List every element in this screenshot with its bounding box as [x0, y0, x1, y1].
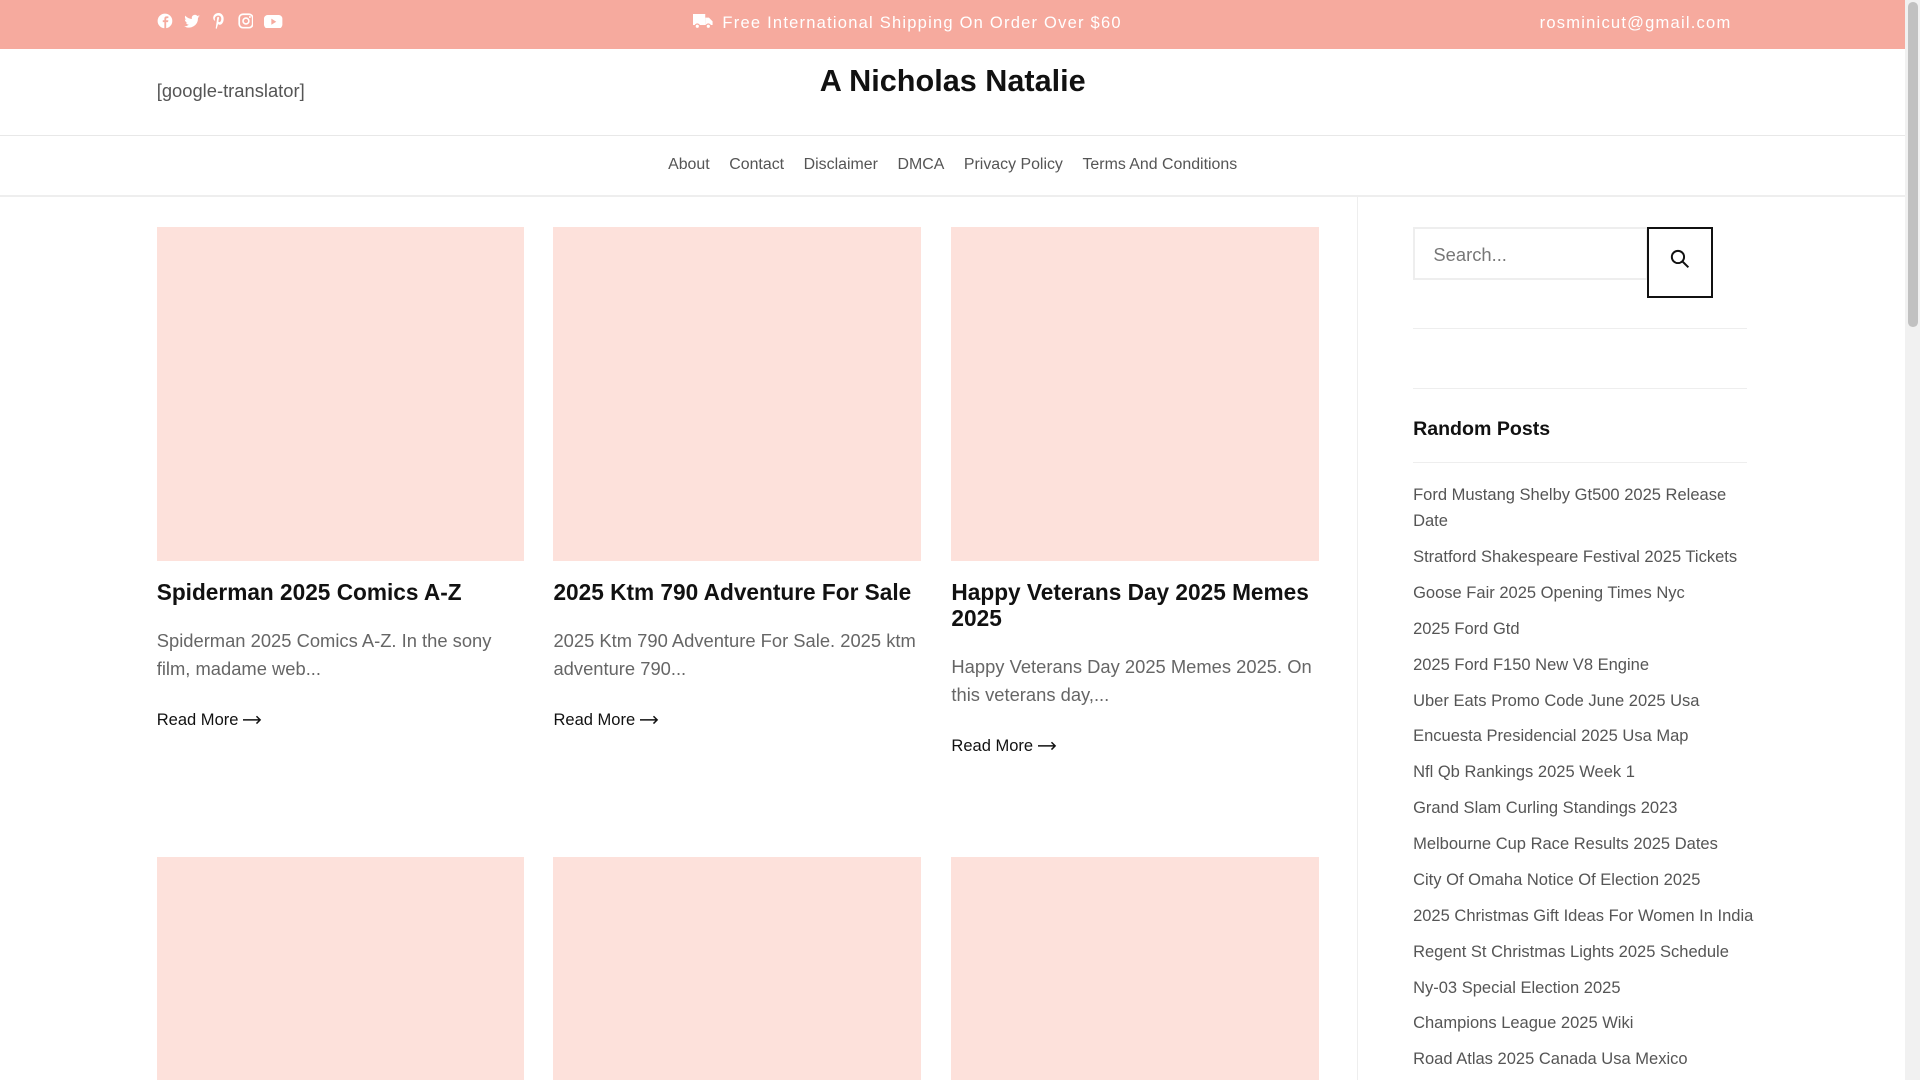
random-posts-heading: Random Posts	[1413, 417, 1551, 440]
random-post-link[interactable]: City Of Omaha Notice Of Election 2025	[1413, 867, 1747, 893]
post-card: Happy Veterans Day 2025 Memes 2025 Happy…	[951, 226, 1319, 756]
scrollbar-thumb[interactable]	[1907, 2, 1918, 327]
read-more-label: Read More	[951, 735, 1034, 755]
random-post-link[interactable]: Uber Eats Promo Code June 2025 Usa	[1413, 688, 1747, 714]
shipping-notice: Free International Shipping On Order Ove…	[693, 13, 1122, 33]
divider	[1413, 461, 1748, 463]
random-post-link[interactable]: 2025 Christmas Gift Ideas For Women In I…	[1413, 903, 1753, 929]
read-more-label: Read More	[156, 710, 239, 730]
arrow-right-icon	[1038, 736, 1058, 756]
top-bar: Free International Shipping On Order Ove…	[0, 0, 1906, 49]
read-more-link[interactable]: Read More	[951, 736, 1318, 756]
shipping-text: Free International Shipping On Order Ove…	[722, 13, 1122, 33]
post-title[interactable]: Spiderman 2025 Comics A-Z	[157, 580, 524, 606]
sidebar-divider	[1356, 195, 1358, 1080]
random-post-link[interactable]: Nfl Qb Rankings 2025 Week 1	[1413, 759, 1747, 785]
nav-contact[interactable]: Contact	[729, 156, 784, 174]
read-more-label: Read More	[553, 710, 636, 730]
instagram-icon[interactable]	[237, 13, 254, 30]
nav-privacy-policy[interactable]: Privacy Policy	[964, 156, 1063, 174]
read-more-link[interactable]: Read More	[553, 710, 920, 730]
post-card	[156, 857, 525, 1080]
post-excerpt: Happy Veterans Day 2025 Memes 2025. On t…	[951, 655, 1312, 705]
scrollbar[interactable]	[1905, 0, 1920, 1080]
random-post-link[interactable]: Regent St Christmas Lights 2025 Schedule	[1413, 939, 1747, 965]
site-title[interactable]: A Nicholas Natalie	[0, 64, 1905, 99]
post-thumbnail[interactable]	[951, 857, 1319, 1080]
random-post-link[interactable]: Ny-03 Special Election 2025	[1413, 975, 1747, 1001]
youtube-icon[interactable]	[264, 13, 283, 29]
nav-about[interactable]: About	[668, 156, 710, 174]
search-icon	[1670, 249, 1690, 275]
post-thumbnail[interactable]	[156, 857, 525, 1080]
arrow-right-icon	[640, 710, 660, 730]
site-header: [google-translator] A Nicholas Natalie	[0, 49, 1906, 136]
post-thumbnail[interactable]	[553, 857, 921, 1080]
post-excerpt: Spiderman 2025 Comics A-Z. In the sony f…	[156, 629, 492, 680]
post-thumbnail[interactable]	[951, 226, 1319, 561]
nav-disclaimer[interactable]: Disclaimer	[804, 156, 878, 174]
post-card: Spiderman 2025 Comics A-Z Spiderman 2025…	[156, 226, 525, 731]
post-excerpt: 2025 Ktm 790 Adventure For Sale. 2025 kt…	[553, 629, 916, 680]
random-post-link[interactable]: Encuesta Presidencial 2025 Usa Map	[1413, 723, 1747, 749]
post-card	[951, 857, 1319, 1080]
read-more-link[interactable]: Read More	[157, 710, 524, 730]
post-card: 2025 Ktm 790 Adventure For Sale 2025 Ktm…	[553, 226, 921, 731]
random-post-link[interactable]: Melbourne Cup Race Results 2025 Dates	[1413, 831, 1747, 857]
nav-dmca[interactable]: DMCA	[897, 156, 944, 174]
arrow-right-icon	[243, 710, 263, 730]
truck-icon	[693, 13, 713, 33]
post-title[interactable]: 2025 Ktm 790 Adventure For Sale	[553, 580, 920, 606]
contact-email[interactable]: rosminicut@gmail.com	[1540, 13, 1732, 33]
main-nav: About Contact Disclaimer DMCA Privacy Po…	[0, 136, 1906, 197]
post-card	[553, 857, 921, 1080]
social-links	[157, 13, 283, 30]
nav-terms[interactable]: Terms And Conditions	[1082, 156, 1237, 174]
divider	[1413, 328, 1748, 330]
random-post-link[interactable]: Stratford Shakespeare Festival 2025 Tick…	[1413, 544, 1747, 570]
twitter-icon[interactable]	[183, 13, 200, 29]
random-post-link[interactable]: Grand Slam Curling Standings 2023	[1413, 795, 1747, 821]
random-post-link[interactable]: Ford Mustang Shelby Gt500 2025 Release D…	[1413, 482, 1747, 533]
random-post-link[interactable]: Champions League 2025 Wiki	[1413, 1010, 1747, 1036]
post-thumbnail[interactable]	[156, 226, 525, 561]
random-post-link[interactable]: Road Atlas 2025 Canada Usa Mexico	[1413, 1046, 1747, 1072]
divider	[1413, 388, 1748, 390]
search-button[interactable]	[1646, 226, 1714, 298]
pinterest-icon[interactable]	[211, 13, 227, 30]
random-post-link[interactable]: 2025 Ford F150 New V8 Engine	[1413, 652, 1747, 678]
post-title[interactable]: Happy Veterans Day 2025 Memes 2025	[951, 580, 1318, 631]
post-thumbnail[interactable]	[553, 226, 921, 561]
search-input[interactable]: Search...	[1413, 226, 1649, 281]
facebook-icon[interactable]	[157, 13, 173, 30]
random-post-link[interactable]: 2025 Ford Gtd	[1413, 616, 1747, 642]
random-posts-list: Ford Mustang Shelby Gt500 2025 Release D…	[1413, 482, 1753, 1082]
random-post-link[interactable]: Goose Fair 2025 Opening Times Nyc	[1413, 580, 1747, 606]
